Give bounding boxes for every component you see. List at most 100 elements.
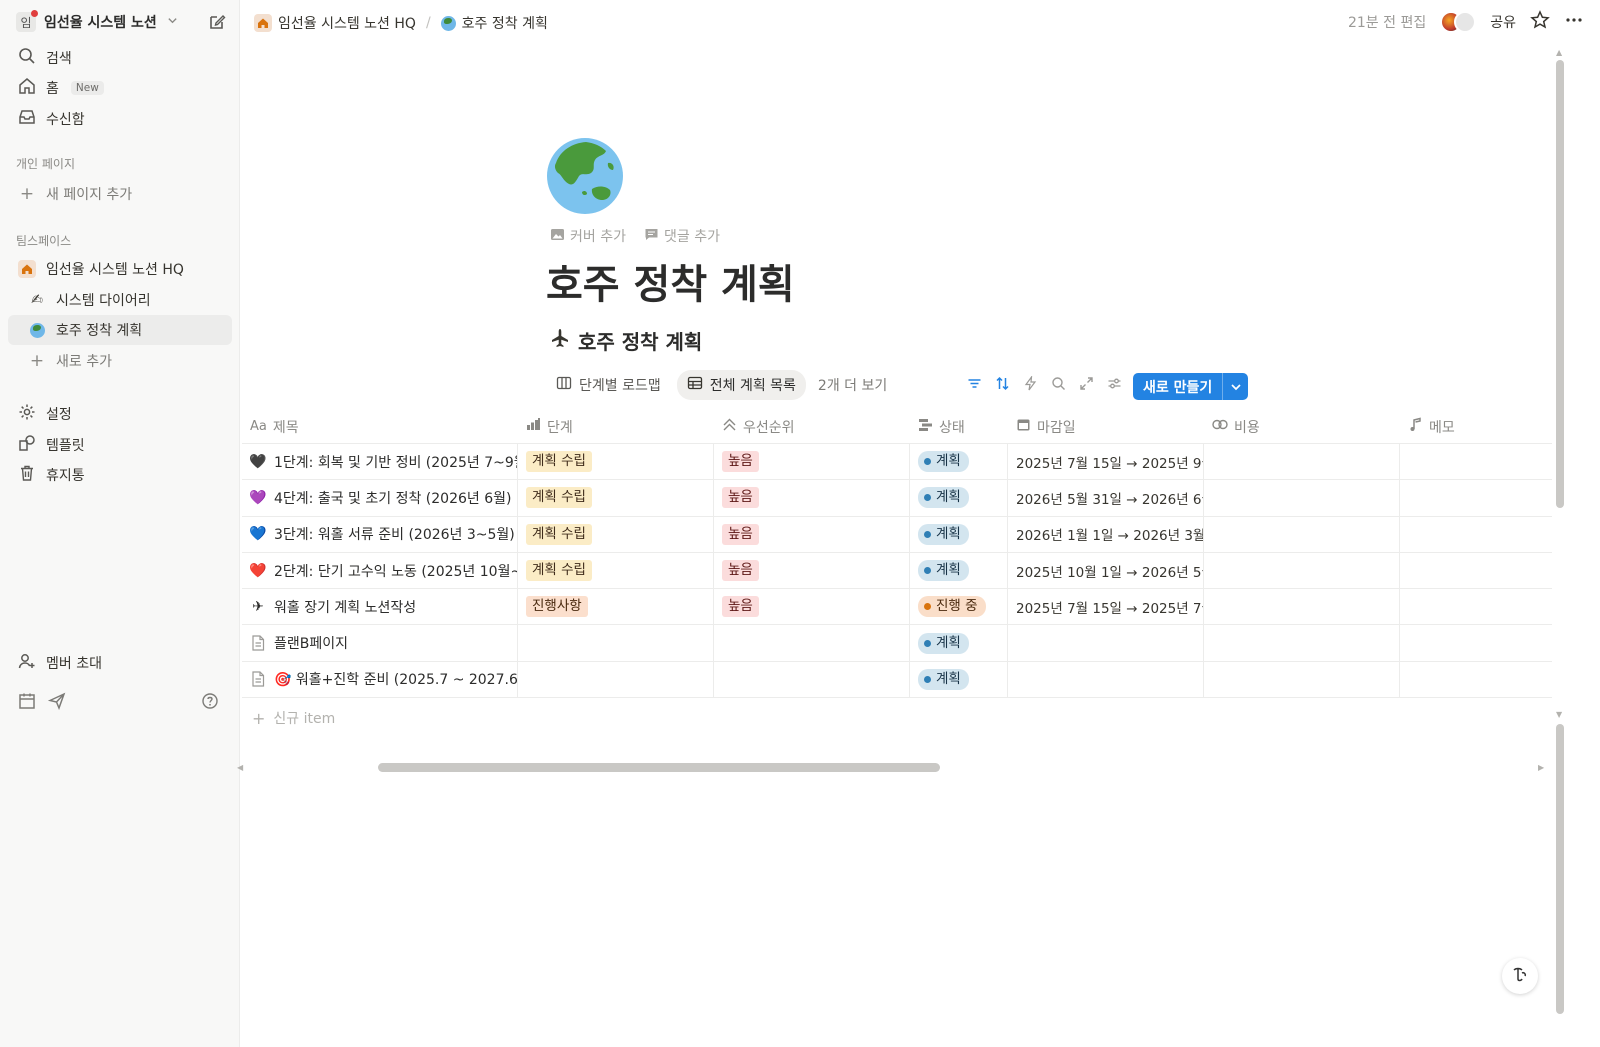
title-cell[interactable]: 플랜B페이지 — [242, 625, 518, 661]
add-new-item-button[interactable]: + 신규 item — [252, 708, 335, 728]
new-page-compose-icon[interactable] — [207, 12, 227, 32]
memo-cell[interactable] — [1400, 517, 1552, 552]
title-cell[interactable]: 🎯 워홀+진학 준비 (2025.7 ~ 2027.6) — [242, 661, 518, 698]
memo-cell[interactable] — [1400, 480, 1552, 515]
status-cell[interactable]: 계획 — [910, 661, 1008, 698]
sidebar-item-teamspace-hq[interactable]: 임선율 시스템 노션 HQ — [8, 254, 232, 284]
horizontal-scrollbar[interactable] — [378, 763, 940, 772]
more-options-icon[interactable] — [1564, 10, 1584, 34]
workspace-switcher[interactable]: 임 임선율 시스템 노션 — [16, 10, 178, 34]
memo-cell[interactable] — [1400, 553, 1552, 588]
chevron-down-icon[interactable] — [1222, 373, 1248, 400]
column-header-priority[interactable]: 우선순위 — [714, 410, 910, 443]
collaborator-avatars[interactable] — [1440, 11, 1477, 33]
title-cell[interactable]: 🖤 1단계: 회복 및 기반 정비 (2025년 7~9월) — [242, 444, 518, 480]
stage-cell[interactable]: 계획 수립 — [518, 552, 714, 589]
scroll-down-arrow-icon[interactable]: ▼ — [1556, 710, 1562, 719]
table-row[interactable]: ❤️ 2단계: 단기 고수익 노동 (2025년 10월~20 계획 수립 높음 … — [242, 552, 1552, 590]
title-cell[interactable]: 💜4단계: 출국 및 초기 정착 (2026년 6월)▭ — [242, 480, 518, 516]
column-header-status[interactable]: 상태 — [910, 410, 1008, 443]
column-header-due[interactable]: 마감일 — [1008, 410, 1204, 443]
help-assistant-button[interactable] — [1502, 958, 1538, 994]
add-cover-button[interactable]: 커버 추가 — [550, 226, 626, 246]
vertical-scrollbar[interactable] — [1556, 60, 1564, 508]
table-row[interactable]: 💜4단계: 출국 및 초기 정착 (2026년 6월)▭ 계획 수립 높음 계획… — [242, 480, 1552, 517]
help-icon[interactable] — [201, 692, 219, 714]
priority-cell[interactable]: 높음 — [714, 552, 910, 589]
sidebar-item-search[interactable]: 검색 — [8, 43, 232, 73]
tab-all-plans-table[interactable]: 전체 계획 목록 — [676, 370, 806, 400]
sort-icon[interactable] — [994, 375, 1010, 391]
invite-members-button[interactable]: 멤버 초대 — [8, 648, 232, 678]
status-cell[interactable]: 계획 — [910, 552, 1008, 589]
title-cell[interactable]: ❤️ 2단계: 단기 고수익 노동 (2025년 10월~20 — [242, 552, 518, 589]
cost-cell[interactable] — [1204, 589, 1400, 625]
table-row[interactable]: 🎯 워홀+진학 준비 (2025.7 ~ 2027.6) 계획 — [242, 661, 1552, 699]
scroll-right-arrow-icon[interactable]: ▶ — [1538, 763, 1544, 772]
expand-icon[interactable] — [1078, 375, 1094, 391]
breadcrumb-item-current[interactable]: 호주 정착 계획 — [437, 11, 552, 35]
memo-cell[interactable] — [1400, 662, 1552, 697]
memo-cell[interactable] — [1400, 444, 1552, 479]
table-row[interactable]: 🖤 1단계: 회복 및 기반 정비 (2025년 7~9월) 계획 수립 높음 계… — [242, 444, 1552, 481]
status-cell[interactable]: 계획 — [910, 625, 1008, 661]
memo-cell[interactable] — [1400, 625, 1552, 660]
priority-cell[interactable]: 높음 — [714, 589, 910, 625]
due-cell[interactable]: 2026년 1월 1일 → 2026년 3월 31 — [1008, 516, 1204, 552]
tab-roadmap-board[interactable]: 단계별 로드맵 — [546, 370, 671, 400]
share-button[interactable]: 공유 — [1490, 12, 1516, 32]
page-globe-icon[interactable] — [546, 137, 624, 215]
table-row[interactable]: ✈ 워홀 장기 계획 노션작성 진행사항 높음 진행 중 2025년 7월 15일… — [242, 589, 1552, 626]
table-row[interactable]: 💙 3단계: 워홀 서류 준비 (2026년 3~5월) 계획 수립 높음 계획 … — [242, 516, 1552, 553]
vertical-scrollbar-lower[interactable] — [1556, 724, 1564, 1014]
filter-icon[interactable] — [966, 375, 982, 391]
sidebar-item-home[interactable]: 홈 New — [8, 73, 232, 103]
new-record-label[interactable]: 새로 만들기 — [1133, 373, 1222, 400]
due-cell[interactable]: 2025년 7월 15일 → 2025년 7월 1 — [1008, 589, 1204, 625]
database-title[interactable]: 호주 정착 계획 — [550, 326, 702, 355]
title-cell[interactable]: ✈ 워홀 장기 계획 노션작성 — [242, 589, 518, 625]
stage-cell[interactable]: 진행사항 — [518, 589, 714, 625]
status-cell[interactable]: 계획 — [910, 444, 1008, 480]
cost-cell[interactable] — [1204, 552, 1400, 589]
search-icon[interactable] — [1050, 375, 1066, 391]
add-comment-button[interactable]: 댓글 추가 — [644, 226, 720, 246]
cost-cell[interactable] — [1204, 661, 1400, 698]
automation-lightning-icon[interactable] — [1022, 375, 1038, 391]
due-cell[interactable]: 2025년 10월 1일 → 2026년 5월 3 — [1008, 552, 1204, 589]
column-header-title[interactable]: Aa 제목 — [242, 410, 518, 443]
cost-cell[interactable] — [1204, 516, 1400, 552]
status-cell[interactable]: 계획 — [910, 480, 1008, 516]
priority-cell[interactable]: 높음 — [714, 480, 910, 516]
sidebar-item-inbox[interactable]: 수신함 — [8, 104, 232, 134]
scroll-left-arrow-icon[interactable]: ◀ — [237, 763, 243, 772]
new-record-button[interactable]: 새로 만들기 — [1133, 373, 1249, 400]
status-cell[interactable]: 진행 중 — [910, 589, 1008, 625]
due-cell[interactable]: 2025년 7월 15일 → 2025년 9월 3 — [1008, 444, 1204, 480]
priority-cell[interactable] — [714, 661, 910, 698]
cost-cell[interactable] — [1204, 625, 1400, 661]
add-new-page-button[interactable]: + 새로 추가 — [8, 346, 232, 376]
view-settings-icon[interactable] — [1106, 375, 1122, 391]
sidebar-item-templates[interactable]: 템플릿 — [8, 430, 232, 460]
stage-cell[interactable]: 계획 수립 — [518, 480, 714, 516]
cost-cell[interactable] — [1204, 480, 1400, 516]
cost-cell[interactable] — [1204, 444, 1400, 480]
sidebar-item-trash[interactable]: 휴지통 — [8, 460, 232, 490]
sidebar-item-settings[interactable]: 설정 — [8, 399, 232, 429]
memo-cell[interactable] — [1400, 589, 1552, 624]
send-icon[interactable] — [47, 692, 66, 714]
due-cell[interactable] — [1008, 625, 1204, 661]
column-header-cost[interactable]: 비용 — [1204, 410, 1400, 443]
stage-cell[interactable]: 계획 수립 — [518, 444, 714, 480]
column-header-memo[interactable]: 메모 — [1400, 410, 1552, 443]
priority-cell[interactable]: 높음 — [714, 516, 910, 552]
calendar-icon[interactable] — [18, 692, 36, 714]
star-icon[interactable] — [1530, 10, 1550, 34]
due-cell[interactable] — [1008, 661, 1204, 698]
title-cell[interactable]: 💙 3단계: 워홀 서류 준비 (2026년 3~5월) — [242, 516, 518, 552]
page-title[interactable]: 호주 정착 계획 — [546, 252, 795, 310]
more-views-button[interactable]: 2개 더 보기 — [812, 370, 893, 400]
status-cell[interactable]: 계획 — [910, 516, 1008, 552]
stage-cell[interactable] — [518, 661, 714, 698]
